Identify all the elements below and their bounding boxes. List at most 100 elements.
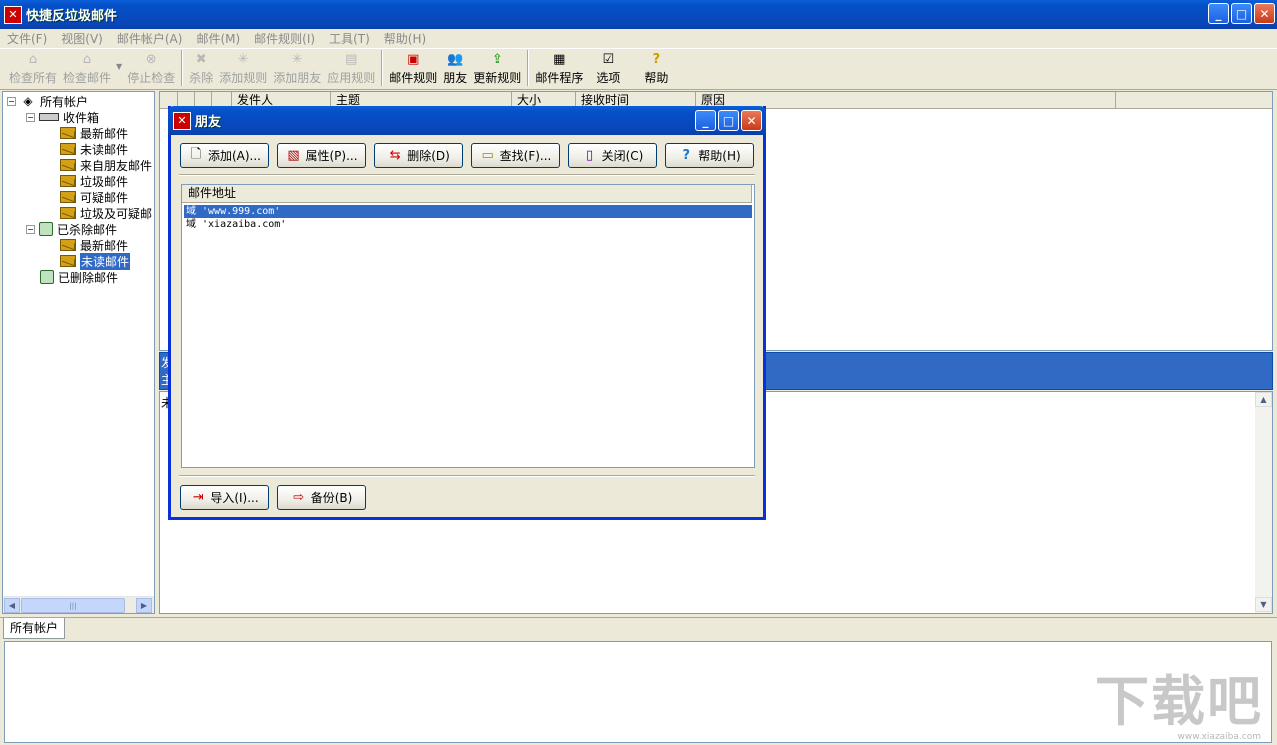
- tree-item-suspicious[interactable]: 可疑邮件: [60, 189, 128, 205]
- scroll-right-icon[interactable]: ▶: [136, 598, 152, 613]
- collapse-icon[interactable]: −: [26, 224, 35, 234]
- add-rule-label: 添加规则: [219, 71, 268, 85]
- close-dialog-button[interactable]: ▯ 关闭(C): [568, 143, 657, 168]
- toolbar-separator: [381, 50, 384, 86]
- apply-rule-icon: ▤: [345, 51, 358, 67]
- close-button[interactable]: ✕: [1254, 3, 1275, 24]
- dialog-title: 朋友: [195, 115, 222, 130]
- properties-button-label: 属性(P)...: [305, 149, 358, 163]
- backup-icon: ⇨: [293, 490, 305, 505]
- check-all-button[interactable]: ⌂ 检查所有: [6, 49, 60, 89]
- network-icon: ◈: [23, 94, 33, 108]
- tree-item-all-accounts[interactable]: − ◈ 所有帐户: [7, 93, 88, 109]
- delete-button-label: 删除(D): [407, 149, 450, 163]
- mail-program-label: 邮件程序: [535, 71, 584, 85]
- menu-tools[interactable]: 工具(T): [322, 30, 377, 47]
- toolbar: ⌂ 检查所有 ⌂ 检查邮件 ▼ ⊗ 停止检查 ✖ 杀除 ✳ 添加规则 ✳ 添加朋…: [0, 48, 1277, 90]
- dropdown-arrow-icon[interactable]: ▼: [116, 62, 122, 71]
- collapse-icon[interactable]: −: [26, 112, 35, 122]
- account-tree[interactable]: − ◈ 所有帐户 − 收件箱 最新邮件 未读邮件 来自朋友邮件 垃圾邮件 可疑邮…: [2, 91, 155, 614]
- add-button[interactable]: 🗋 添加(A)...: [180, 143, 269, 168]
- import-button[interactable]: ⇥ 导入(I)...: [180, 485, 269, 510]
- log-pane[interactable]: 下载吧 www.xiazaiba.com: [4, 641, 1272, 743]
- tree-item-newest[interactable]: 最新邮件: [60, 125, 128, 141]
- mail-program-button[interactable]: ▦ 邮件程序: [532, 49, 586, 89]
- list-item[interactable]: 域 'www.999.com': [184, 205, 752, 218]
- bug-icon: ✳: [291, 51, 303, 67]
- update-rules-button[interactable]: ⇪ 更新规则: [470, 49, 524, 89]
- address-column-header[interactable]: 邮件地址: [182, 185, 752, 203]
- close-dialog-label: 关闭(C): [601, 149, 644, 163]
- dialog-body: 🗋 添加(A)... ▧ 属性(P)... ⇆ 删除(D) ▭ 查找(F)...…: [171, 135, 763, 517]
- dialog-help-button[interactable]: ? 帮助(H): [665, 143, 754, 168]
- collapse-icon[interactable]: −: [7, 96, 16, 106]
- apply-rule-button[interactable]: ▤ 应用规则: [324, 49, 378, 89]
- tree-item-killed-newest[interactable]: 最新邮件: [60, 237, 128, 253]
- menu-accounts[interactable]: 邮件帐户(A): [110, 30, 190, 47]
- tree-item-from-friends[interactable]: 来自朋友邮件: [60, 157, 152, 173]
- help-button[interactable]: ? 帮助: [630, 49, 682, 89]
- friend-address-list[interactable]: 邮件地址 域 'www.999.com' 域 'xiazaiba.com': [181, 184, 755, 468]
- tree-label: 最新邮件: [80, 238, 129, 253]
- mail-rules-button[interactable]: ▣ 邮件规则: [386, 49, 440, 89]
- maximize-button[interactable]: □: [1231, 3, 1252, 24]
- tree-label: 已删除邮件: [58, 270, 119, 285]
- kill-button[interactable]: ✖ 杀除: [186, 49, 216, 89]
- menu-view[interactable]: 视图(V): [54, 30, 110, 47]
- options-label: 选项: [596, 71, 621, 85]
- mail-rules-label: 邮件规则: [389, 71, 438, 85]
- dialog-minimize-button[interactable]: _: [695, 110, 716, 131]
- apply-rule-label: 应用规则: [327, 71, 376, 85]
- help-icon: ?: [682, 148, 691, 163]
- kill-label: 杀除: [189, 71, 214, 85]
- tab-all-accounts[interactable]: 所有帐户: [3, 618, 66, 639]
- dialog-close-button[interactable]: ✕: [741, 110, 762, 131]
- tree-label: 未读邮件: [80, 142, 129, 157]
- delete-button[interactable]: ⇆ 删除(D): [374, 143, 463, 168]
- tree-item-spam[interactable]: 垃圾邮件: [60, 173, 128, 189]
- check-all-label: 检查所有: [9, 71, 58, 85]
- options-icon: ☑: [602, 51, 615, 67]
- tree-item-spam-and-suspicious[interactable]: 垃圾及可疑邮: [60, 205, 152, 221]
- tree-item-inbox[interactable]: − 收件箱: [26, 109, 99, 125]
- menu-rules[interactable]: 邮件规则(I): [247, 30, 322, 47]
- scroll-left-icon[interactable]: ◀: [4, 598, 20, 613]
- stop-check-label: 停止检查: [127, 71, 176, 85]
- dialog-maximize-button[interactable]: □: [718, 110, 739, 131]
- options-button[interactable]: ☑ 选项: [586, 49, 630, 89]
- properties-button[interactable]: ▧ 属性(P)...: [277, 143, 366, 168]
- mail-rules-icon: ▣: [407, 51, 420, 67]
- tree-item-killed[interactable]: − 已杀除邮件: [26, 221, 117, 237]
- friends-icon: 👥: [447, 51, 464, 67]
- backup-button[interactable]: ⇨ 备份(B): [277, 485, 366, 510]
- bug-icon: ✳: [237, 51, 249, 67]
- friends-button[interactable]: 👥 朋友: [440, 49, 470, 89]
- check-mail-button[interactable]: ⌂ 检查邮件: [60, 49, 114, 89]
- preview-vertical-scrollbar[interactable]: ▲ ▼: [1255, 392, 1272, 613]
- add-friend-button[interactable]: ✳ 添加朋友: [270, 49, 324, 89]
- menu-mail[interactable]: 邮件(M): [189, 30, 247, 47]
- update-rules-label: 更新规则: [473, 71, 522, 85]
- add-rule-button[interactable]: ✳ 添加规则: [216, 49, 270, 89]
- tree-item-deleted[interactable]: 已删除邮件: [40, 269, 118, 285]
- envelope-icon: [60, 127, 76, 139]
- check-mail-label: 检查邮件: [63, 71, 112, 85]
- scrollbar-thumb[interactable]: |||: [21, 598, 125, 613]
- envelope-icon: [60, 175, 76, 187]
- app-logo-icon: ✕: [4, 5, 22, 24]
- tree-horizontal-scrollbar[interactable]: ◀ ||| ▶: [3, 596, 154, 613]
- list-item[interactable]: 域 'xiazaiba.com': [184, 218, 752, 231]
- menu-file[interactable]: 文件(F): [0, 30, 54, 47]
- toolbar-separator: [527, 50, 530, 86]
- stop-check-button[interactable]: ⊗ 停止检查: [124, 49, 178, 89]
- tree-item-unread[interactable]: 未读邮件: [60, 141, 128, 157]
- help-label: 帮助: [644, 71, 669, 85]
- find-button[interactable]: ▭ 查找(F)...: [471, 143, 560, 168]
- tree-item-killed-unread[interactable]: 未读邮件: [60, 252, 131, 270]
- menu-help[interactable]: 帮助(H): [377, 30, 433, 47]
- watermark-url: www.xiazaiba.com: [1177, 732, 1261, 742]
- minimize-button[interactable]: _: [1208, 3, 1229, 24]
- scroll-down-icon[interactable]: ▼: [1255, 597, 1272, 612]
- scroll-up-icon[interactable]: ▲: [1255, 392, 1272, 407]
- properties-icon: ▧: [287, 148, 300, 163]
